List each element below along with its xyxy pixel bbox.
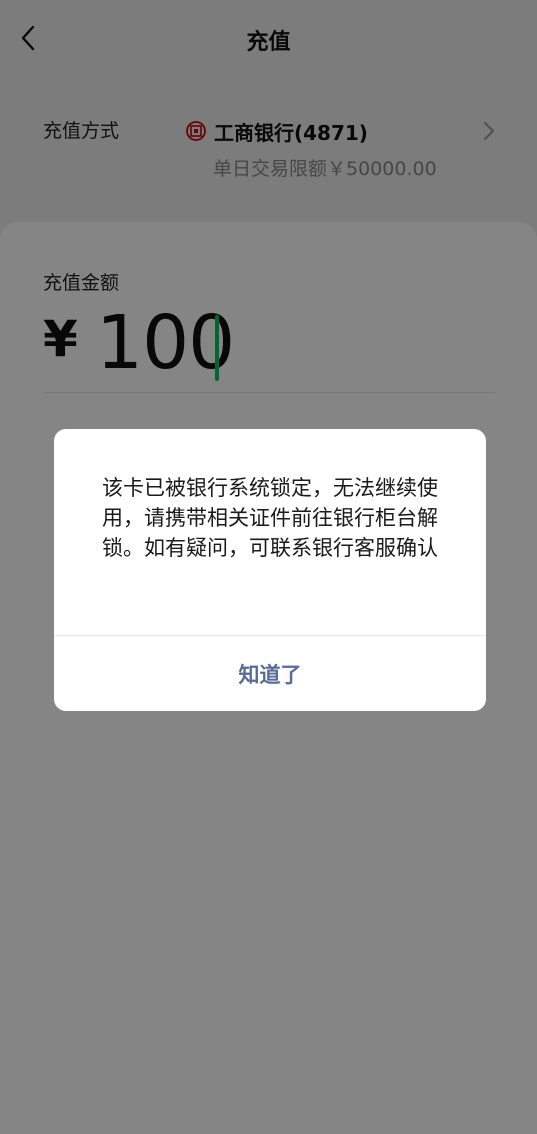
acknowledge-button[interactable]: 知道了 bbox=[54, 636, 486, 711]
dialog-message: 该卡已被银行系统锁定，无法继续使用，请携带相关证件前往银行柜台解锁。如有疑问，可… bbox=[102, 476, 438, 560]
alert-dialog: 该卡已被银行系统锁定，无法继续使用，请携带相关证件前往银行柜台解锁。如有疑问，可… bbox=[54, 429, 486, 711]
